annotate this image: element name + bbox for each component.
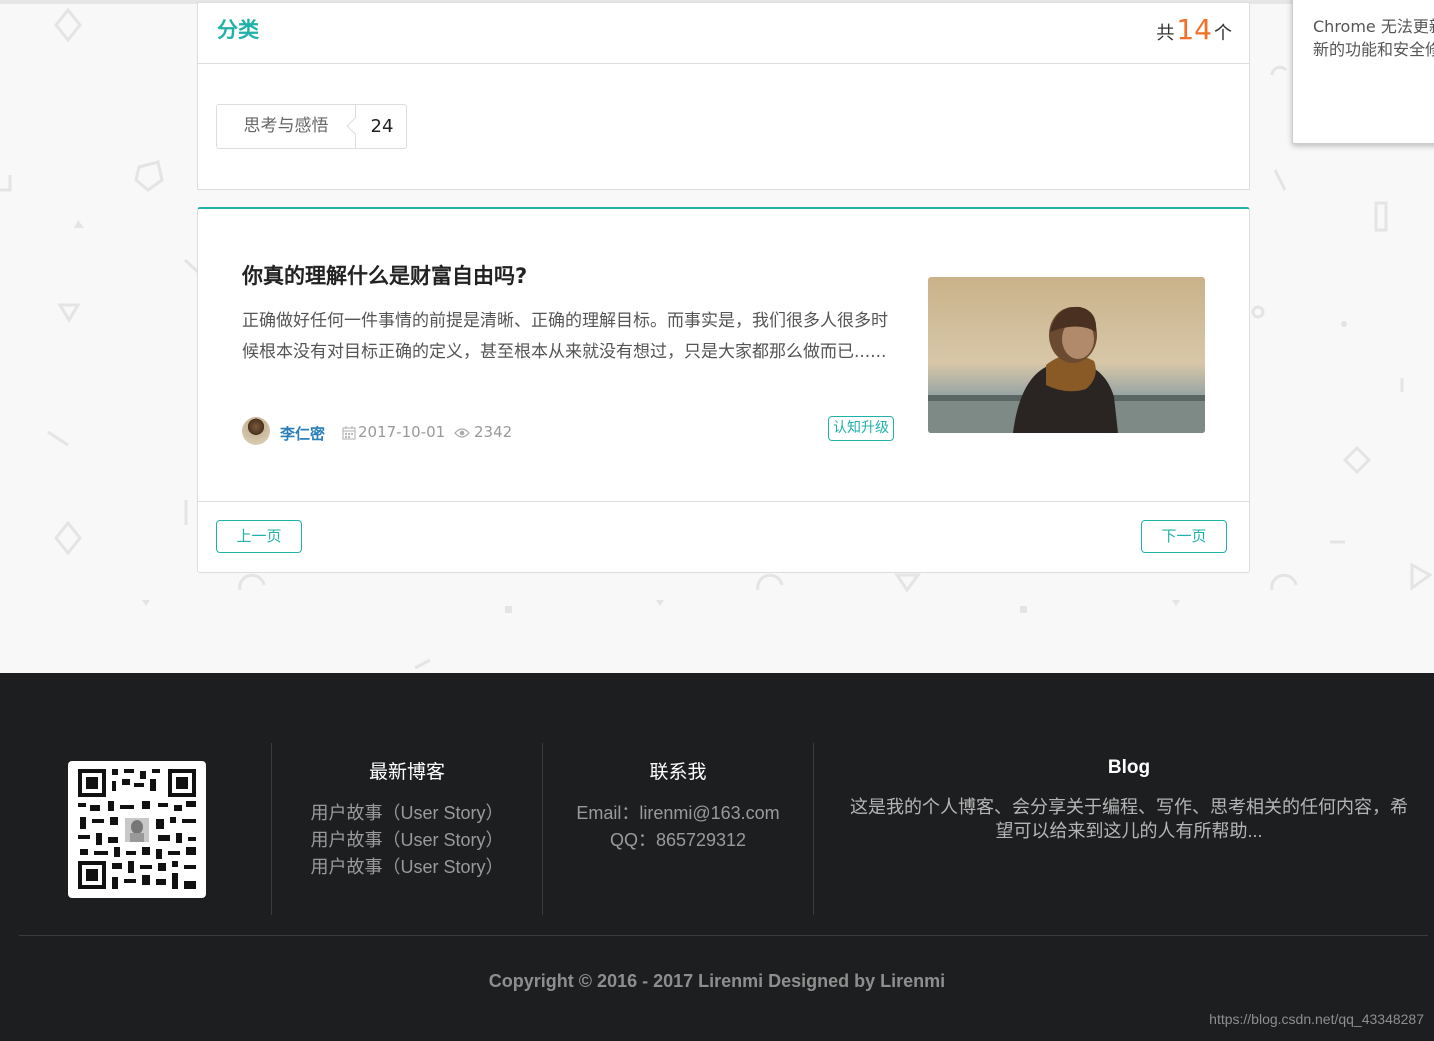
- count-suffix: 个: [1214, 23, 1232, 44]
- qr-code: [68, 761, 206, 898]
- category-card: 分类 共14 个 思考与感悟 24: [197, 2, 1250, 190]
- category-header: 分类 共14 个: [198, 3, 1249, 64]
- footer-contact: 联系我 Email：lirenmi@163.com QQ：865729312: [543, 757, 813, 854]
- footer-divider: [813, 743, 814, 915]
- count-prefix: 共: [1156, 23, 1175, 44]
- copyright-text: Copyright © 2016 - 2017 Lirenmi Designed…: [488, 971, 946, 991]
- eye-icon: [454, 428, 470, 438]
- category-count: 共14 个: [1156, 13, 1232, 46]
- latest-blog-link[interactable]: 用户故事（User Story）: [272, 854, 542, 881]
- post-card: 你真的理解什么是财富自由吗? 正确做好任何一件事情的前提是清晰、正确的理解目标。…: [197, 207, 1250, 573]
- post-title[interactable]: 你真的理解什么是财富自由吗?: [242, 260, 527, 290]
- post-tag[interactable]: 认知升级: [828, 416, 894, 441]
- footer-separator: [19, 935, 1428, 936]
- url-watermark: https://blog.csdn.net/qq_43348287: [1209, 1011, 1424, 1027]
- chrome-popup-text: Chrome 无法更新 新的功能和安全修: [1313, 15, 1434, 61]
- site-footer: 最新博客 用户故事（User Story） 用户故事（User Story） 用…: [0, 673, 1434, 1041]
- category-tag-count: 24: [370, 116, 394, 137]
- pagination: 上一页 下一页: [198, 501, 1249, 573]
- footer-blog-about: Blog 这是我的个人博客、会分享关于编程、写作、思考相关的任何内容，希 望可以…: [826, 757, 1432, 843]
- category-title: 分类: [217, 18, 259, 42]
- contact-qq: QQ：865729312: [609, 830, 747, 850]
- chrome-popup-line2: 新的功能和安全修: [1313, 40, 1434, 59]
- calendar-icon: [342, 426, 356, 440]
- next-page-button[interactable]: 下一页: [1141, 520, 1227, 553]
- blog-description-line2: 望可以给来到这儿的人有所帮助...: [995, 821, 1263, 841]
- post-thumbnail[interactable]: [928, 277, 1205, 433]
- category-tag[interactable]: 思考与感悟 24: [216, 104, 407, 149]
- contact-heading: 联系我: [649, 762, 707, 783]
- chrome-update-popup[interactable]: Chrome 无法更新 新的功能和安全修: [1292, 0, 1434, 144]
- post-views: 2342: [474, 423, 513, 441]
- author-avatar[interactable]: [242, 417, 270, 445]
- post-date: 2017-10-01: [358, 423, 446, 441]
- count-value: 14: [1176, 13, 1212, 46]
- category-tag-label[interactable]: 思考与感悟: [217, 105, 356, 148]
- author-link[interactable]: 李仁密: [280, 423, 325, 444]
- thumbnail-photo: [928, 277, 1205, 433]
- post-meta: 李仁密 2017-10-01 2342 认知升级: [242, 416, 894, 447]
- latest-blog-link[interactable]: 用户故事（User Story）: [272, 800, 542, 827]
- post-excerpt: 正确做好任何一件事情的前提是清晰、正确的理解目标。而事实是，我们很多人很多时候根…: [242, 311, 888, 362]
- blog-description-line1: 这是我的个人博客、会分享关于编程、写作、思考相关的任何内容，希: [850, 797, 1408, 817]
- footer-latest-blogs: 最新博客 用户故事（User Story） 用户故事（User Story） 用…: [272, 757, 542, 881]
- prev-page-button[interactable]: 上一页: [216, 520, 302, 553]
- chrome-popup-line1: Chrome 无法更新: [1313, 17, 1434, 36]
- contact-email: Email：lirenmi@163.com: [576, 803, 780, 823]
- blog-heading: Blog: [1107, 757, 1151, 778]
- latest-blog-link[interactable]: 用户故事（User Story）: [272, 827, 542, 854]
- latest-blogs-heading: 最新博客: [368, 762, 445, 783]
- qr-code-image: [78, 769, 196, 889]
